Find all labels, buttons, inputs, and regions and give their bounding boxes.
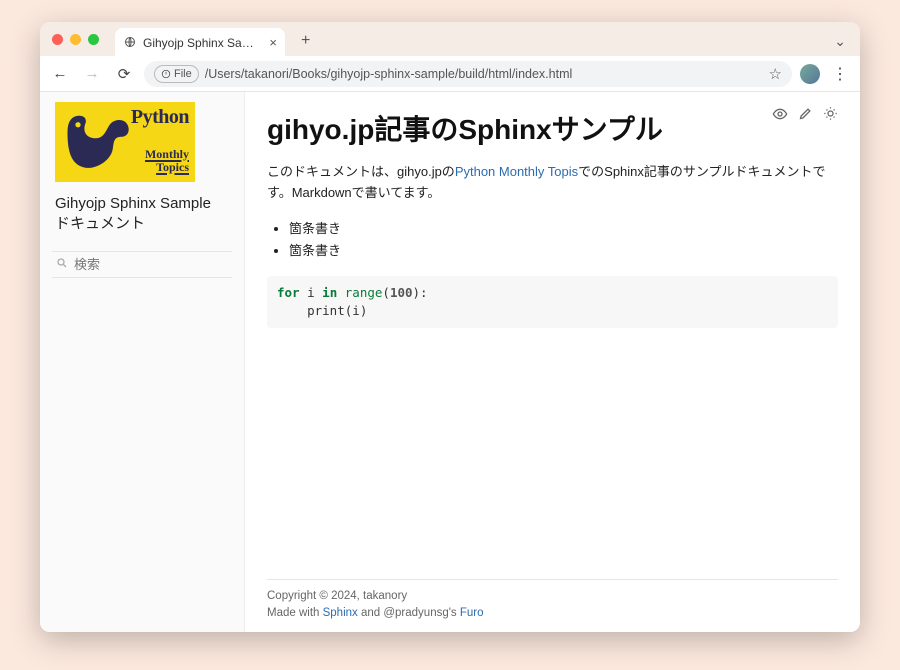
tab-title: Gihyojp Sphinx Sample ドキュ bbox=[143, 34, 263, 51]
browser-menu-button[interactable]: ⋮ bbox=[828, 64, 852, 84]
search-box[interactable] bbox=[52, 251, 232, 278]
close-window-button[interactable] bbox=[52, 34, 63, 45]
reload-button[interactable]: ⟳ bbox=[112, 62, 136, 86]
url-field[interactable]: File /Users/takanori/Books/gihyojp-sphin… bbox=[144, 61, 792, 87]
address-bar: ← → ⟳ File /Users/takanori/Books/gihyojp… bbox=[40, 56, 860, 92]
theme-toggle-icon[interactable] bbox=[823, 106, 838, 125]
window-controls bbox=[52, 34, 99, 45]
logo-image: Python Monthly Topics bbox=[55, 102, 195, 182]
profile-avatar[interactable] bbox=[800, 64, 820, 84]
tab-bar: Gihyojp Sphinx Sample ドキュ × + ⌄ bbox=[40, 22, 860, 56]
forward-button[interactable]: → bbox=[80, 62, 104, 86]
page-footer: Copyright © 2024, takanory Made with Sph… bbox=[267, 579, 838, 623]
bookmark-star-icon[interactable]: ☆ bbox=[769, 65, 782, 83]
close-tab-button[interactable]: × bbox=[269, 35, 277, 50]
new-tab-button[interactable]: + bbox=[297, 32, 314, 50]
url-scheme-label: File bbox=[174, 68, 192, 80]
tab-overflow-button[interactable]: ⌄ bbox=[828, 33, 852, 50]
code-block: for i in range(100): print(i) bbox=[267, 276, 838, 328]
minimize-window-button[interactable] bbox=[70, 34, 81, 45]
page-tools bbox=[772, 106, 838, 125]
globe-icon bbox=[123, 35, 137, 49]
site-logo[interactable]: Python Monthly Topics bbox=[55, 102, 229, 182]
bullet-list: 箇条書き 箇条書き bbox=[267, 218, 838, 262]
sphinx-link[interactable]: Sphinx bbox=[323, 607, 358, 619]
view-source-icon[interactable] bbox=[772, 106, 788, 125]
search-icon bbox=[56, 257, 68, 272]
logo-python-text: Python bbox=[131, 106, 189, 129]
maximize-window-button[interactable] bbox=[88, 34, 99, 45]
logo-monthly-topics-text: Monthly Topics bbox=[145, 148, 189, 174]
python-snake-icon bbox=[63, 108, 138, 176]
main-content: gihyo.jp記事のSphinxサンプル このドキュメントは、gihyo.jp… bbox=[245, 92, 860, 632]
furo-link[interactable]: Furo bbox=[460, 607, 484, 619]
browser-window: Gihyojp Sphinx Sample ドキュ × + ⌄ ← → ⟳ Fi… bbox=[40, 22, 860, 632]
url-scheme-chip: File bbox=[154, 65, 199, 83]
list-item: 箇条書き bbox=[289, 240, 838, 262]
python-monthly-topics-link[interactable]: Python Monthly Topis bbox=[455, 164, 578, 179]
url-path: /Users/takanori/Books/gihyojp-sphinx-sam… bbox=[205, 67, 763, 81]
browser-tab[interactable]: Gihyojp Sphinx Sample ドキュ × bbox=[115, 28, 285, 56]
made-with-text: Made with Sphinx and @pradyunsg's Furo bbox=[267, 605, 838, 622]
sidebar: Python Monthly Topics Gihyojp Sphinx Sam… bbox=[40, 92, 245, 632]
page-content: Python Monthly Topics Gihyojp Sphinx Sam… bbox=[40, 92, 860, 632]
back-button[interactable]: ← bbox=[48, 62, 72, 86]
copyright-text: Copyright © 2024, takanory bbox=[267, 588, 838, 605]
page-title: gihyo.jp記事のSphinxサンプル bbox=[267, 108, 838, 148]
list-item: 箇条書き bbox=[289, 218, 838, 240]
site-title[interactable]: Gihyojp Sphinx Sample ドキュメント bbox=[40, 190, 244, 245]
search-input[interactable] bbox=[74, 257, 250, 272]
edit-page-icon[interactable] bbox=[798, 106, 813, 125]
intro-paragraph: このドキュメントは、gihyo.jpのPython Monthly Topisで… bbox=[267, 162, 838, 204]
